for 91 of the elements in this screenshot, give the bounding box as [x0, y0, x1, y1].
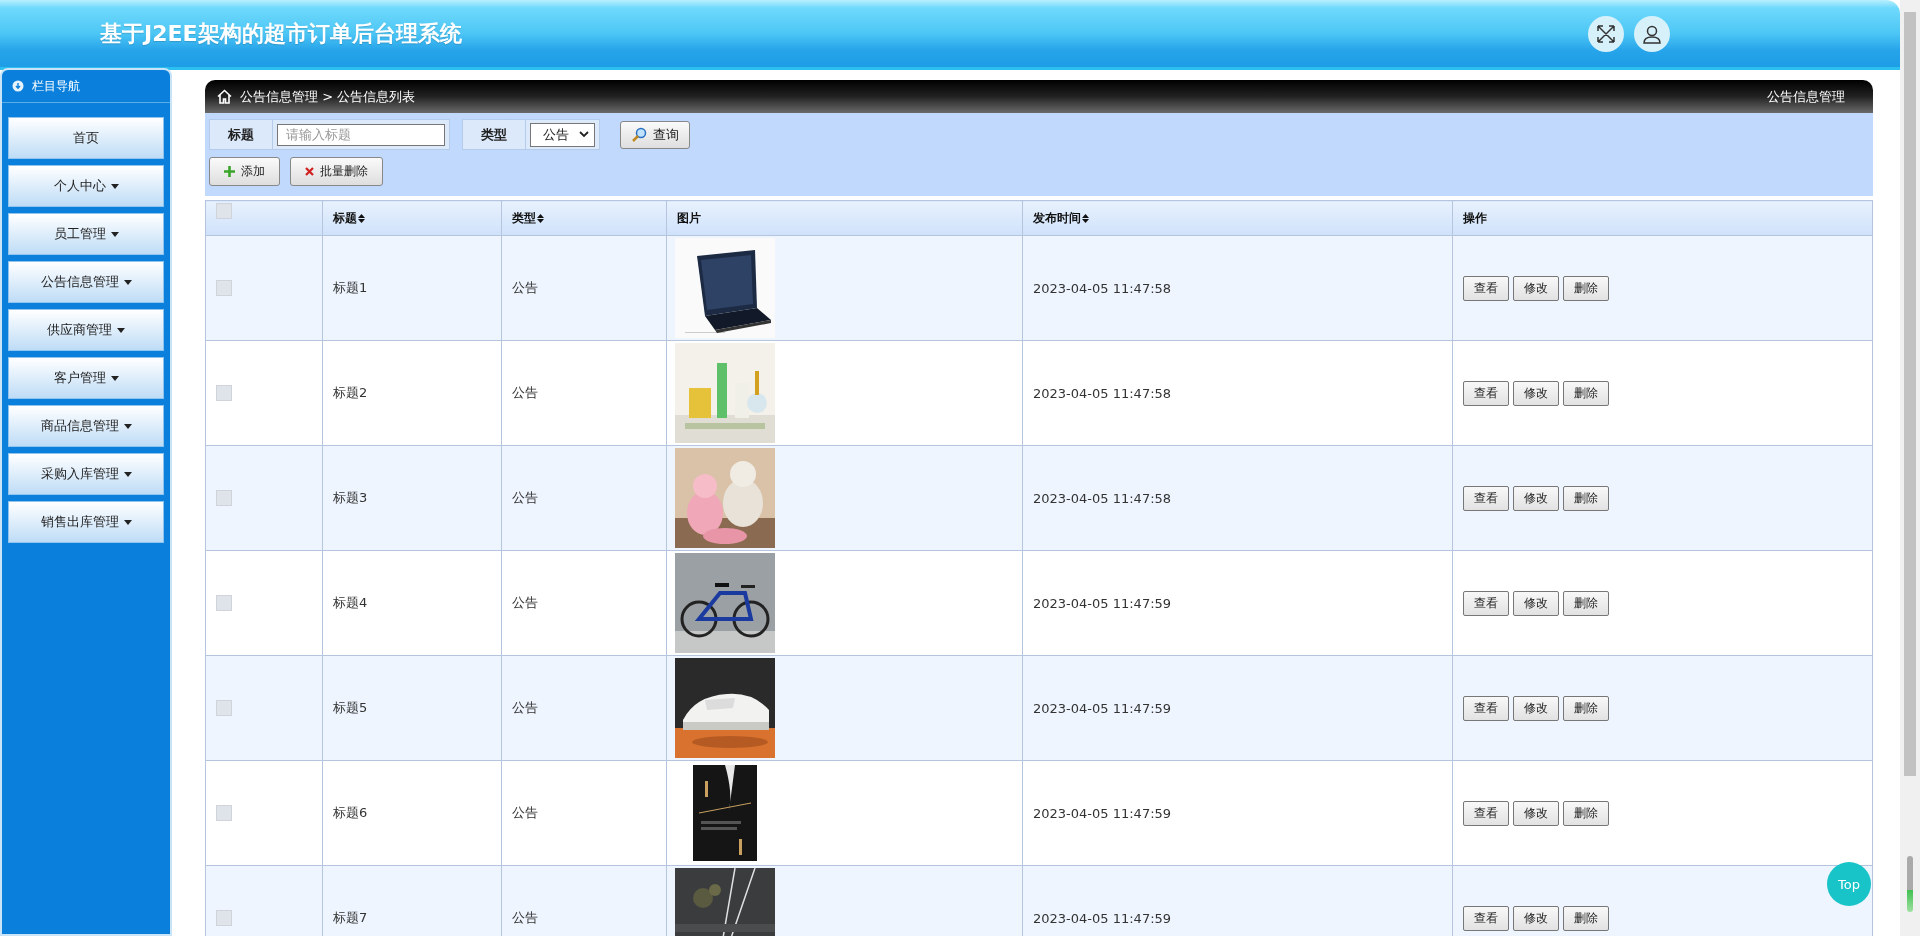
row-checkbox[interactable] — [216, 280, 232, 296]
row-checkbox[interactable] — [216, 385, 232, 401]
type-text: 公告 — [512, 700, 538, 715]
row-checkbox[interactable] — [216, 910, 232, 926]
title-text: 标题2 — [333, 385, 368, 400]
sort-icon[interactable] — [358, 213, 365, 223]
edit-button[interactable]: 修改 — [1513, 695, 1559, 721]
sort-icon[interactable] — [537, 213, 544, 223]
delete-button[interactable]: 删除 — [1563, 275, 1609, 301]
type-text: 公告 — [512, 805, 538, 820]
nav-item[interactable]: 销售出库管理 — [8, 501, 164, 543]
delete-button[interactable]: 删除 — [1563, 800, 1609, 826]
batch-delete-button[interactable]: 批量删除 — [290, 157, 383, 186]
cross-icon — [305, 167, 314, 176]
section-title: 公告信息管理 — [1767, 87, 1845, 106]
edit-button[interactable]: 修改 — [1513, 905, 1559, 931]
column-header[interactable]: 类型 — [512, 210, 544, 225]
title-text: 标题5 — [333, 700, 368, 715]
edit-button[interactable]: 修改 — [1513, 485, 1559, 511]
add-button[interactable]: 添加 — [209, 157, 280, 186]
type-text: 公告 — [512, 280, 538, 295]
view-button[interactable]: 查看 — [1463, 905, 1509, 931]
type-select[interactable]: 公告 — [530, 122, 595, 147]
title-text: 标题1 — [333, 280, 368, 295]
circle-arrow-icon — [12, 80, 24, 92]
system-title: 基于J2EE架构的超市订单后台理系统 — [100, 19, 463, 48]
publish-time: 2023-04-05 11:47:59 — [1033, 700, 1172, 716]
caret-icon — [123, 423, 132, 429]
view-button[interactable]: 查看 — [1463, 695, 1509, 721]
nav-item[interactable]: 公告信息管理 — [8, 261, 164, 303]
breadcrumb-path: 公告信息管理 > 公告信息列表 — [240, 87, 416, 106]
delete-button[interactable]: 删除 — [1563, 695, 1609, 721]
field-label: 标题 — [209, 119, 273, 150]
view-button[interactable]: 查看 — [1463, 590, 1509, 616]
caret-icon — [117, 327, 125, 333]
view-button[interactable]: 查看 — [1463, 800, 1509, 826]
edit-button[interactable]: 修改 — [1513, 800, 1559, 826]
nav-item[interactable]: 员工管理 — [8, 213, 164, 255]
field-label: 类型 — [462, 119, 526, 150]
title-text: 标题6 — [333, 805, 368, 820]
home-icon[interactable] — [217, 89, 232, 104]
caret-icon — [110, 183, 119, 189]
publish-time: 2023-04-05 11:47:59 — [1033, 805, 1172, 821]
nav-item[interactable]: 采购入库管理 — [8, 453, 164, 495]
view-button[interactable]: 查看 — [1463, 485, 1509, 511]
type-text: 公告 — [512, 910, 538, 925]
caret-icon — [110, 231, 119, 237]
plus-icon — [224, 166, 235, 177]
magnifier-icon — [631, 126, 647, 143]
caret-icon — [123, 519, 132, 525]
publish-time: 2023-04-05 11:47:58 — [1033, 385, 1172, 401]
view-button[interactable]: 查看 — [1463, 275, 1509, 301]
sidebar-title: 栏目导航 — [32, 77, 80, 95]
delete-button[interactable]: 删除 — [1563, 590, 1609, 616]
title-text: 标题3 — [333, 490, 368, 505]
row-checkbox[interactable] — [216, 805, 232, 821]
column-header: 图片 — [677, 210, 701, 225]
delete-button[interactable]: 删除 — [1563, 380, 1609, 406]
publish-time: 2023-04-05 11:47:59 — [1033, 595, 1172, 611]
title-input[interactable]: 请输入标题 — [277, 123, 445, 146]
nav-item[interactable]: 首页 — [8, 117, 164, 159]
sort-icon[interactable] — [1082, 213, 1089, 223]
row-checkbox[interactable] — [216, 700, 232, 716]
caret-icon — [123, 471, 132, 477]
nav-item[interactable]: 客户管理 — [8, 357, 164, 399]
caret-icon — [123, 279, 132, 285]
nav-item[interactable]: 商品信息管理 — [8, 405, 164, 447]
type-text: 公告 — [512, 490, 538, 505]
row-checkbox[interactable] — [216, 490, 232, 506]
column-header: 操作 — [1463, 210, 1487, 225]
column-header[interactable]: 标题 — [333, 210, 365, 225]
publish-time: 2023-04-05 11:47:58 — [1033, 280, 1172, 296]
type-text: 公告 — [512, 595, 538, 610]
column-header[interactable]: 发布时间 — [1033, 210, 1089, 225]
delete-button[interactable]: 删除 — [1563, 905, 1609, 931]
title-text: 标题7 — [333, 910, 368, 925]
caret-icon — [110, 375, 119, 381]
nav-item[interactable]: 个人中心 — [8, 165, 164, 207]
publish-time: 2023-04-05 11:47:58 — [1033, 490, 1172, 506]
edit-button[interactable]: 修改 — [1513, 590, 1559, 616]
delete-button[interactable]: 删除 — [1563, 485, 1609, 511]
nav-item[interactable]: 供应商管理 — [8, 309, 164, 351]
edit-button[interactable]: 修改 — [1513, 380, 1559, 406]
title-text: 标题4 — [333, 595, 368, 610]
edit-button[interactable]: 修改 — [1513, 275, 1559, 301]
type-text: 公告 — [512, 385, 538, 400]
search-button[interactable]: 查询 — [620, 120, 690, 149]
view-button[interactable]: 查看 — [1463, 380, 1509, 406]
publish-time: 2023-04-05 11:47:59 — [1033, 910, 1172, 926]
select-all-checkbox[interactable] — [216, 203, 232, 219]
row-checkbox[interactable] — [216, 595, 232, 611]
